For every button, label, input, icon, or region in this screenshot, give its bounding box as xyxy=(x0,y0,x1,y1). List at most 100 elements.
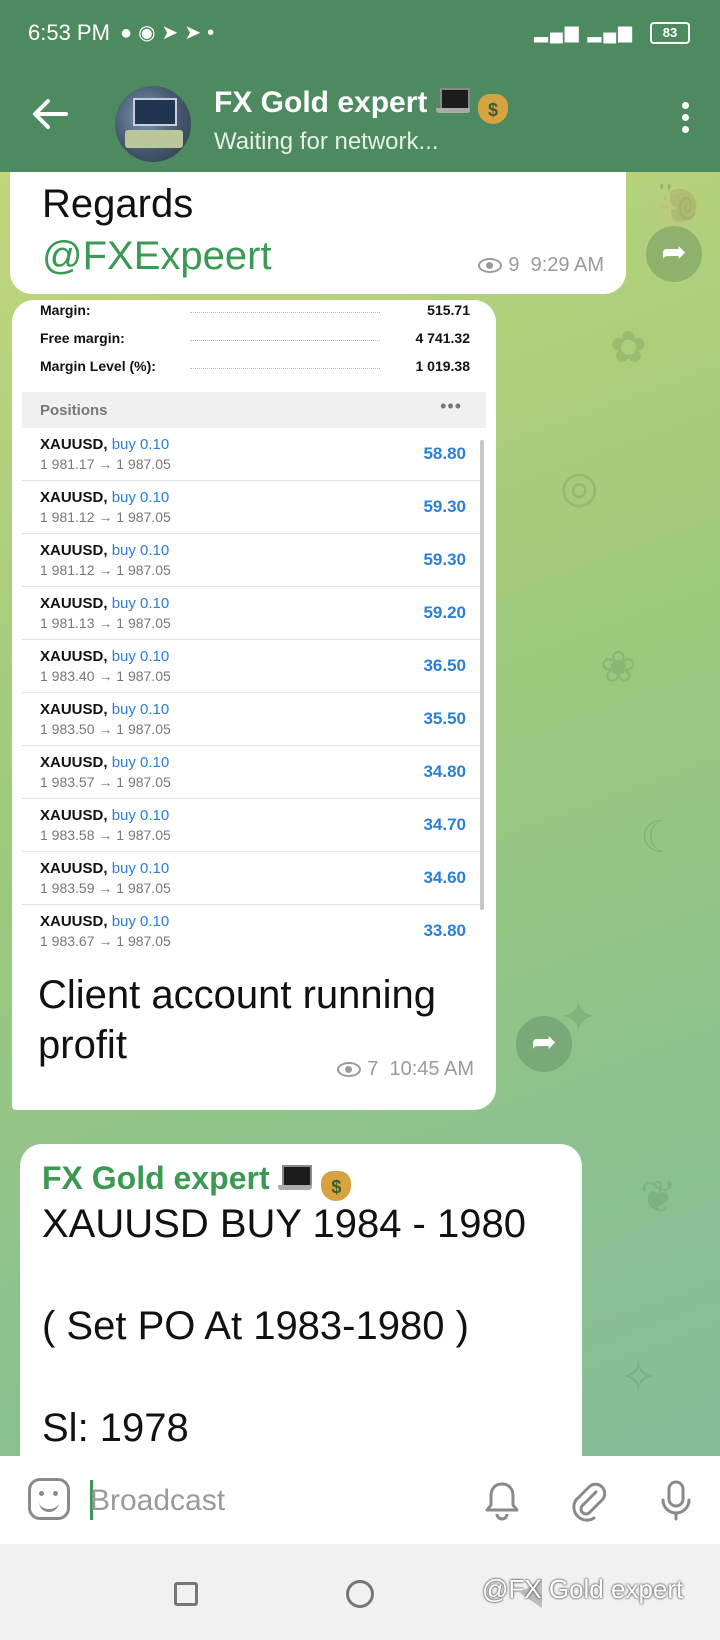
background-doodle: 🐌 xyxy=(650,182,705,231)
laptop-emoji-icon xyxy=(278,1165,313,1191)
position-row: XAUUSD, buy 0.10 1 981.12 → 1 987.05 59.… xyxy=(22,481,480,534)
message-bubble-photo[interactable]: Margin: 515.71 Free margin: 4 741.32 Mar… xyxy=(12,300,496,1110)
app-bar: FX Gold expert $ Waiting for network... xyxy=(0,66,720,172)
recent-apps-icon[interactable] xyxy=(174,1582,198,1606)
forward-icon[interactable]: ➦ xyxy=(516,1016,572,1072)
position-prices: 1 983.50 → 1 987.05 xyxy=(40,721,171,737)
position-row: XAUUSD, buy 0.10 1 983.59 → 1 987.05 34.… xyxy=(22,852,480,905)
position-row: XAUUSD, buy 0.10 1 983.50 → 1 987.05 35.… xyxy=(22,693,480,746)
username-link[interactable]: @FXExpeert xyxy=(42,234,272,279)
more-menu-icon[interactable] xyxy=(680,102,690,136)
account-value: 1 019.38 xyxy=(415,358,471,374)
emoji-icon[interactable] xyxy=(28,1478,70,1520)
messenger-icon: ◉ xyxy=(138,22,162,44)
position-symbol: XAUUSD, xyxy=(40,913,108,930)
background-doodle: ✧ xyxy=(620,1353,657,1402)
money-bag-emoji-icon: $ xyxy=(321,1171,352,1201)
position-direction: buy 0.10 xyxy=(111,542,170,559)
eye-icon xyxy=(478,258,503,273)
status-time: 6:53 PM xyxy=(28,20,110,45)
position-profit: 34.70 xyxy=(423,815,466,834)
background-doodle: ◎ xyxy=(560,463,599,512)
position-direction: buy 0.10 xyxy=(111,648,170,665)
message-text: ( Set PO At 1983-1980 ) xyxy=(42,1304,469,1348)
watermark: @FX Gold expert xyxy=(482,1574,684,1604)
message-text: XAUUSD BUY 1984 - 1980 xyxy=(42,1202,526,1246)
battery-indicator: 83 xyxy=(650,22,690,44)
position-profit: 33.80 xyxy=(423,921,466,940)
position-direction: buy 0.10 xyxy=(111,860,170,877)
bell-icon[interactable] xyxy=(480,1478,524,1522)
position-symbol: XAUUSD, xyxy=(40,754,108,771)
account-label: Margin: xyxy=(40,302,91,318)
position-profit: 58.80 xyxy=(423,444,466,463)
position-symbol: XAUUSD, xyxy=(40,860,108,877)
chat-header: 6:53 PM ●◉➤➤• ▂▄▆ ▂▄▆ 83 FX Gold expert … xyxy=(0,0,720,172)
position-prices: 1 981.17 → 1 987.05 xyxy=(40,456,171,472)
home-icon[interactable] xyxy=(346,1580,374,1608)
position-prices: 1 983.40 → 1 987.05 xyxy=(40,668,171,684)
position-direction: buy 0.10 xyxy=(111,595,170,612)
account-row: Free margin: 4 741.32 xyxy=(40,330,470,346)
message-caption: Client account running profit xyxy=(38,973,437,1067)
message-meta: 7 10:45 AM xyxy=(337,1058,474,1081)
position-symbol: XAUUSD, xyxy=(40,542,108,559)
position-symbol: XAUUSD, xyxy=(40,701,108,718)
position-symbol: XAUUSD, xyxy=(40,436,108,453)
background-doodle: ❀ xyxy=(600,643,637,692)
eye-icon xyxy=(337,1062,362,1077)
account-label: Free margin: xyxy=(40,330,125,346)
dot-icon: • xyxy=(207,22,221,44)
chat-area[interactable]: 🐌 ✿ ◎ ❀ ☾ ✦ ❦ ✧ Regards @FXExpeert 9 9:2… xyxy=(0,172,720,1456)
message-text: Regards xyxy=(42,182,194,226)
positions-header: Positions ••• xyxy=(22,392,486,428)
chat-bubble-icon: ● xyxy=(120,22,139,44)
forward-icon[interactable]: ➦ xyxy=(646,226,702,282)
position-profit: 34.80 xyxy=(423,762,466,781)
position-prices: 1 983.67 → 1 987.05 xyxy=(40,933,171,949)
position-prices: 1 981.12 → 1 987.05 xyxy=(40,562,171,578)
message-bubble[interactable]: FX Gold expert $ XAUUSD BUY 1984 - 1980 … xyxy=(20,1144,582,1456)
position-row: XAUUSD, buy 0.10 1 981.13 → 1 987.05 59.… xyxy=(22,587,480,640)
microphone-icon[interactable] xyxy=(654,1478,698,1522)
telegram-icon: ➤ xyxy=(161,22,185,44)
money-bag-emoji-icon: $ xyxy=(478,94,509,124)
paperclip-icon[interactable] xyxy=(566,1478,610,1522)
screenshot-scrollbar xyxy=(480,440,484,910)
position-profit: 59.30 xyxy=(423,550,466,569)
account-value: 515.71 xyxy=(427,302,470,318)
position-direction: buy 0.10 xyxy=(111,701,170,718)
position-symbol: XAUUSD, xyxy=(40,595,108,612)
chat-title-row[interactable]: FX Gold expert $ xyxy=(214,86,509,124)
background-doodle: ✿ xyxy=(610,323,647,372)
position-profit: 36.50 xyxy=(423,656,466,675)
channel-avatar[interactable] xyxy=(115,86,191,162)
position-prices: 1 983.57 → 1 987.05 xyxy=(40,774,171,790)
account-value: 4 741.32 xyxy=(415,330,471,346)
view-count: 7 xyxy=(367,1058,379,1080)
position-symbol: XAUUSD, xyxy=(40,489,108,506)
position-direction: buy 0.10 xyxy=(111,489,170,506)
trading-screenshot[interactable]: Margin: 515.71 Free margin: 4 741.32 Mar… xyxy=(22,300,486,952)
sender-name-row[interactable]: FX Gold expert $ xyxy=(42,1160,352,1201)
position-profit: 35.50 xyxy=(423,709,466,728)
position-row: XAUUSD, buy 0.10 1 983.67 → 1 987.05 33.… xyxy=(22,905,480,952)
sender-name: FX Gold expert xyxy=(42,1160,270,1196)
position-row: XAUUSD, buy 0.10 1 981.12 → 1 987.05 59.… xyxy=(22,534,480,587)
broadcast-input[interactable]: Broadcast xyxy=(90,1484,225,1518)
message-time: 9:29 AM xyxy=(530,254,604,276)
message-time: 10:45 AM xyxy=(389,1058,474,1080)
position-prices: 1 983.58 → 1 987.05 xyxy=(40,827,171,843)
chat-title: FX Gold expert xyxy=(214,86,428,119)
position-row: XAUUSD, buy 0.10 1 983.40 → 1 987.05 36.… xyxy=(22,640,480,693)
background-doodle: ❦ xyxy=(640,1173,677,1222)
positions-title: Positions xyxy=(40,402,108,419)
position-prices: 1 981.13 → 1 987.05 xyxy=(40,615,171,631)
account-label: Margin Level (%): xyxy=(40,358,156,374)
position-direction: buy 0.10 xyxy=(111,436,170,453)
chat-subtitle: Waiting for network... xyxy=(214,128,439,155)
position-direction: buy 0.10 xyxy=(111,807,170,824)
message-bubble[interactable]: Regards @FXExpeert 9 9:29 AM xyxy=(10,172,626,294)
back-arrow-icon[interactable] xyxy=(30,94,70,134)
account-row: Margin: 515.71 xyxy=(40,302,470,318)
